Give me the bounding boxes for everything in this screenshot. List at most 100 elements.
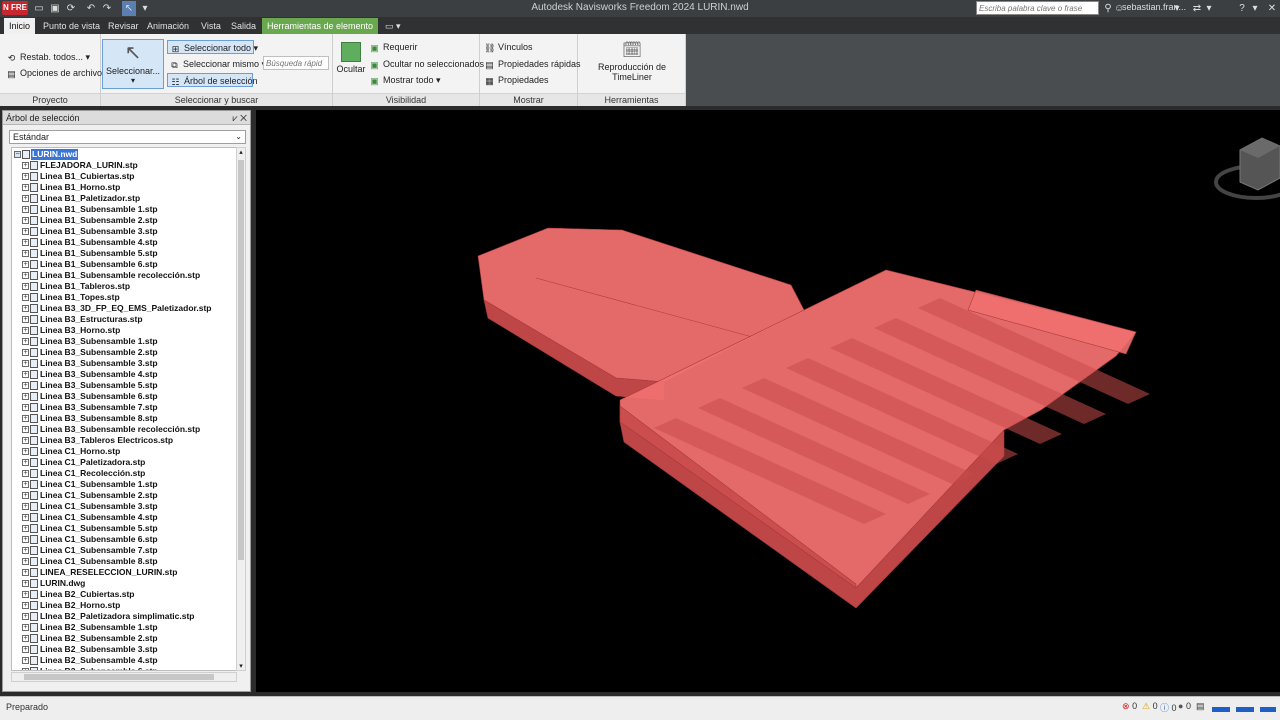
ocultar-no-seleccionados-button[interactable]: ▣ Ocultar no seleccionados: [369, 57, 484, 71]
hscroll-thumb[interactable]: [24, 674, 214, 680]
expand-icon[interactable]: +: [22, 327, 29, 334]
expand-icon[interactable]: +: [22, 481, 29, 488]
seleccionar-todo-button[interactable]: ⊞ Seleccionar todo ▾: [167, 40, 258, 54]
expand-icon[interactable]: +: [22, 448, 29, 455]
expand-icon[interactable]: +: [22, 371, 29, 378]
expand-icon[interactable]: +: [22, 272, 29, 279]
application-menu-button[interactable]: N FRE: [2, 1, 28, 15]
expand-icon[interactable]: +: [22, 294, 29, 301]
building-model[interactable]: [477, 227, 1150, 609]
expand-icon[interactable]: +: [22, 558, 29, 565]
help-icon[interactable]: ?: [1236, 1, 1248, 16]
tab-revisar[interactable]: Revisar: [103, 18, 144, 34]
expand-icon[interactable]: +: [22, 492, 29, 499]
expand-icon[interactable]: +: [22, 536, 29, 543]
seleccionar-mismo-button[interactable]: ⧉Seleccionar mismo ▾: [169, 57, 266, 71]
scroll-thumb[interactable]: [238, 160, 244, 560]
exchange-dropdown-icon[interactable]: ▾: [1204, 1, 1214, 16]
expand-icon[interactable]: +: [22, 217, 29, 224]
tab-inicio[interactable]: Inicio: [4, 18, 36, 34]
expand-icon[interactable]: +: [22, 250, 29, 257]
tab-vista[interactable]: Vista: [196, 18, 226, 34]
info-count[interactable]: ⓘ 0: [1160, 701, 1177, 714]
expand-icon[interactable]: +: [22, 624, 29, 631]
tab-punto-de-vista[interactable]: Punto de vista: [38, 18, 105, 34]
timeliner-button[interactable]: 🗓 Reproducción de TimeLiner: [580, 40, 684, 82]
undo-icon[interactable]: ↶: [84, 1, 98, 16]
expand-icon[interactable]: +: [22, 602, 29, 609]
restab-todos-button[interactable]: ⟲ Restab. todos... ▾: [6, 50, 90, 64]
expand-icon[interactable]: +: [22, 547, 29, 554]
expand-icon[interactable]: +: [22, 305, 29, 312]
expand-icon[interactable]: +: [22, 316, 29, 323]
ocultar-button[interactable]: Ocultar: [335, 40, 367, 86]
exchange-icon[interactable]: ⇄: [1190, 1, 1204, 16]
scroll-up-icon[interactable]: ▴: [237, 148, 245, 156]
expand-icon[interactable]: +: [22, 613, 29, 620]
select-cursor-icon[interactable]: ↖: [122, 1, 136, 16]
help-dropdown-icon[interactable]: ▾: [1250, 1, 1260, 16]
tab-herramientas-de-elemento[interactable]: Herramientas de elemento: [262, 18, 379, 34]
expand-icon[interactable]: +: [22, 360, 29, 367]
expand-icon[interactable]: +: [22, 569, 29, 576]
expand-icon[interactable]: +: [22, 228, 29, 235]
user-dropdown-icon[interactable]: ▾: [1172, 1, 1182, 16]
expand-icon[interactable]: +: [22, 393, 29, 400]
expand-icon[interactable]: +: [22, 239, 29, 246]
expand-icon[interactable]: +: [22, 404, 29, 411]
binoculars-icon[interactable]: ⚲: [1101, 1, 1115, 16]
opciones-archivo-button[interactable]: ▤ Opciones de archivo: [6, 66, 102, 80]
expand-icon[interactable]: +: [22, 580, 29, 587]
expand-icon[interactable]: +: [22, 184, 29, 191]
expand-icon[interactable]: +: [22, 635, 29, 642]
expand-icon[interactable]: +: [22, 591, 29, 598]
ribbon-options-icon[interactable]: ▭ ▾: [380, 18, 406, 34]
busqueda-rapida-input[interactable]: [263, 56, 329, 70]
expand-icon[interactable]: +: [22, 668, 29, 670]
expand-icon[interactable]: +: [22, 437, 29, 444]
redo-icon[interactable]: ↷: [100, 1, 114, 16]
close-icon[interactable]: ✕: [1266, 1, 1278, 16]
tree-vertical-scrollbar[interactable]: ▴ ▾: [236, 147, 246, 671]
help-search-input[interactable]: [976, 1, 1099, 15]
expand-icon[interactable]: +: [22, 349, 29, 356]
expand-icon[interactable]: +: [22, 657, 29, 664]
expand-icon[interactable]: +: [22, 162, 29, 169]
panel-close-icon[interactable]: ✕: [240, 113, 247, 123]
message-count[interactable]: ● 0: [1178, 701, 1191, 711]
3d-viewport[interactable]: [256, 110, 1280, 692]
expand-icon[interactable]: +: [22, 261, 29, 268]
vinculos-button[interactable]: ⛓ Vínculos: [484, 40, 533, 54]
tree-horizontal-scrollbar[interactable]: [11, 672, 237, 682]
scroll-down-icon[interactable]: ▾: [237, 662, 245, 670]
expand-icon[interactable]: +: [22, 470, 29, 477]
tab-salida[interactable]: Salida: [226, 18, 261, 34]
refresh-icon[interactable]: ⟳: [64, 1, 78, 16]
seleccionar-big-button[interactable]: ↖ Seleccionar... ▾: [102, 39, 164, 89]
expand-icon[interactable]: +: [22, 503, 29, 510]
expand-icon[interactable]: +: [22, 206, 29, 213]
expand-icon[interactable]: +: [22, 338, 29, 345]
expand-icon[interactable]: +: [22, 415, 29, 422]
selection-tree-list[interactable]: − LURIN.nwd + FLEJADORA_LURIN.stp + Linea B…: [11, 147, 237, 671]
expand-icon[interactable]: +: [22, 382, 29, 389]
arbol-seleccion-button[interactable]: ☷ Árbol de selección: [167, 73, 258, 87]
propiedades-rapidas-button[interactable]: ▤ Propiedades rápidas: [484, 57, 580, 71]
error-count[interactable]: ⊗ 0: [1122, 701, 1137, 712]
propiedades-button[interactable]: ▦ Propiedades: [484, 73, 548, 87]
tab-animacion[interactable]: Animación: [142, 18, 194, 34]
warning-count[interactable]: ⚠ 0: [1142, 701, 1158, 712]
select-dropdown-icon[interactable]: ▾: [138, 1, 152, 16]
sheet-browser-icon[interactable]: ▤: [1196, 701, 1205, 712]
expand-icon[interactable]: +: [22, 283, 29, 290]
collapse-icon[interactable]: −: [14, 151, 21, 158]
expand-icon[interactable]: +: [22, 525, 29, 532]
viewcube[interactable]: [1214, 137, 1280, 200]
expand-icon[interactable]: +: [22, 426, 29, 433]
requerir-button[interactable]: ▣ Requerir: [369, 40, 417, 54]
expand-icon[interactable]: +: [22, 195, 29, 202]
save-icon[interactable]: ▣: [48, 1, 62, 16]
expand-icon[interactable]: +: [22, 646, 29, 653]
expand-icon[interactable]: +: [22, 459, 29, 466]
tree-mode-dropdown[interactable]: Estándar ⌄: [9, 130, 246, 144]
